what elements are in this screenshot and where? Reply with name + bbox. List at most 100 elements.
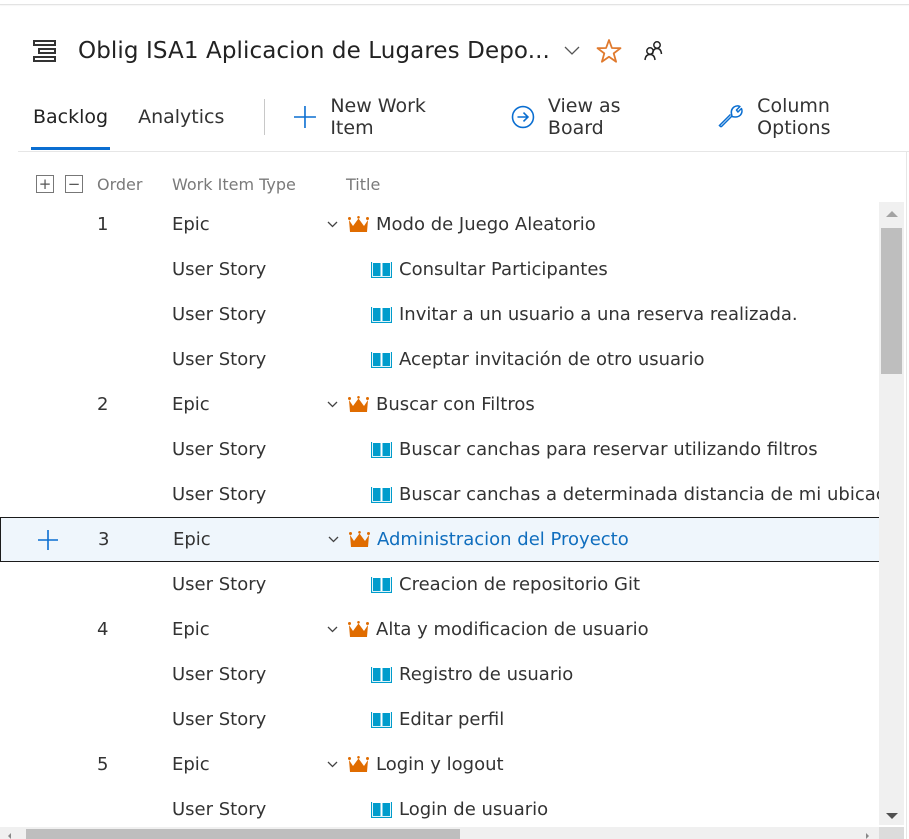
- column-header-work-item-type[interactable]: Work Item Type: [172, 171, 296, 197]
- view-as-board-button[interactable]: View as Board: [511, 95, 682, 139]
- top-divider: [0, 4, 909, 5]
- add-child-plus-icon[interactable]: [37, 529, 59, 551]
- tab-backlog[interactable]: Backlog: [30, 96, 111, 150]
- work-item-type-cell: Epic: [173, 529, 211, 550]
- work-item-title-link[interactable]: Modo de Juego Aleatorio: [376, 214, 596, 235]
- vertical-scroll-thumb[interactable]: [881, 228, 902, 374]
- work-item-type-cell: Epic: [172, 754, 210, 775]
- work-item-title-link[interactable]: Editar perfil: [399, 709, 504, 730]
- table-row[interactable]: 1 Epic Modo de Juego Aleatorio: [0, 202, 879, 247]
- title-cell: Buscar canchas para reservar utilizando …: [325, 439, 818, 460]
- work-item-title-link[interactable]: Buscar canchas a determinada distancia d…: [399, 484, 879, 505]
- table-row[interactable]: User Story Buscar canchas a determinada d…: [0, 472, 879, 517]
- vertical-scrollbar[interactable]: [879, 202, 904, 825]
- toolbar-divider: [264, 99, 266, 135]
- order-cell: 5: [97, 754, 109, 775]
- collapse-all-icon[interactable]: −: [65, 175, 83, 193]
- scrollbar-corner: [879, 827, 904, 839]
- table-row[interactable]: 2 Epic Buscar con Filtros: [0, 382, 879, 427]
- user-story-book-icon: [371, 666, 392, 683]
- work-item-title-link[interactable]: Alta y modificacion de usuario: [376, 619, 649, 640]
- work-item-title-link[interactable]: Buscar canchas para reservar utilizando …: [399, 439, 818, 460]
- title-cell: Creacion de repositorio Git: [325, 574, 640, 595]
- horizontal-scrollbar[interactable]: [0, 827, 879, 839]
- tab-analytics[interactable]: Analytics: [138, 96, 224, 138]
- table-row[interactable]: User Story Invitar a un usuario a una res…: [0, 292, 879, 337]
- work-item-title-link[interactable]: Login y logout: [376, 754, 504, 775]
- epic-crown-icon: [348, 216, 369, 233]
- star-icon[interactable]: [596, 38, 622, 64]
- table-row[interactable]: User Story Creacion de repositorio Git: [0, 562, 879, 607]
- column-header-order[interactable]: Order: [97, 171, 142, 197]
- work-item-title-link[interactable]: Creacion de repositorio Git: [399, 574, 640, 595]
- work-item-title-link[interactable]: Login de usuario: [399, 799, 548, 820]
- table-row[interactable]: 4 Epic Alta y modificacion de usuario: [0, 607, 879, 652]
- column-options-label: Column Options: [757, 95, 831, 139]
- work-item-type-cell: Epic: [172, 619, 210, 640]
- user-story-book-icon: [371, 261, 392, 278]
- work-item-type-cell: User Story: [172, 304, 267, 325]
- title-cell: Aceptar invitación de otro usuario: [325, 349, 704, 370]
- title-cell: Registro de usuario: [325, 664, 573, 685]
- epic-crown-icon: [348, 396, 369, 413]
- title-cell: Invitar a un usuario a una reserva reali…: [325, 304, 798, 325]
- collapse-all-button[interactable]: −: [65, 171, 83, 197]
- horizontal-scroll-thumb[interactable]: [26, 829, 460, 839]
- table-row[interactable]: User Story Registro de usuario: [0, 652, 879, 697]
- work-item-title-link[interactable]: Buscar con Filtros: [376, 394, 535, 415]
- user-story-book-icon: [371, 711, 392, 728]
- table-row[interactable]: 3 Epic Administracion del Proyecto: [0, 517, 879, 562]
- work-item-type-cell: User Story: [172, 799, 267, 820]
- wrench-icon: [718, 105, 743, 128]
- table-row[interactable]: User Story Buscar canchas para reservar u…: [0, 427, 879, 472]
- collapse-chevron-icon[interactable]: [326, 536, 340, 543]
- table-row[interactable]: User Story Consultar Participantes: [0, 247, 879, 292]
- epic-crown-icon: [349, 531, 370, 548]
- table-row[interactable]: User Story Aceptar invitación de otro usu…: [0, 337, 879, 382]
- work-item-type-cell: Epic: [172, 394, 210, 415]
- order-cell: 2: [97, 394, 109, 415]
- column-header-title[interactable]: Title: [346, 171, 380, 197]
- title-cell: Buscar canchas a determinada distancia d…: [325, 484, 879, 505]
- work-item-title-link[interactable]: Administracion del Proyecto: [377, 529, 629, 550]
- title-cell: Consultar Participantes: [325, 259, 608, 280]
- scroll-right-arrow-icon[interactable]: [866, 833, 869, 839]
- scroll-up-arrow-icon[interactable]: [886, 211, 898, 217]
- backlog-rows: 1 Epic Modo de Juego Aleatorio User Story Co…: [0, 202, 879, 825]
- people-icon[interactable]: [642, 39, 666, 63]
- collapse-chevron-icon[interactable]: [325, 221, 339, 228]
- epic-crown-icon: [348, 621, 369, 638]
- work-item-type-cell: Epic: [172, 214, 210, 235]
- user-story-book-icon: [371, 306, 392, 323]
- table-row[interactable]: 5 Epic Login y logout: [0, 742, 879, 787]
- title-cell: Alta y modificacion de usuario: [325, 619, 649, 640]
- user-story-book-icon: [371, 441, 392, 458]
- chevron-down-icon[interactable]: [564, 43, 580, 59]
- work-item-title-link[interactable]: Invitar a un usuario a una reserva reali…: [399, 304, 798, 325]
- expand-all-button[interactable]: +: [36, 171, 54, 197]
- collapse-chevron-icon[interactable]: [325, 626, 339, 633]
- collapse-chevron-icon[interactable]: [325, 401, 339, 408]
- table-row[interactable]: User Story Editar perfil: [0, 697, 879, 742]
- page-title[interactable]: Oblig ISA1 Aplicacion de Lugares Depo...: [78, 38, 550, 64]
- arrow-circle-right-icon: [511, 105, 535, 129]
- work-item-title-link[interactable]: Consultar Participantes: [399, 259, 608, 280]
- backlog-icon: [33, 40, 57, 62]
- collapse-chevron-icon[interactable]: [325, 761, 339, 768]
- title-cell: Buscar con Filtros: [325, 394, 535, 415]
- work-item-type-cell: User Story: [172, 484, 267, 505]
- work-item-title-link[interactable]: Registro de usuario: [399, 664, 573, 685]
- work-item-type-cell: User Story: [172, 439, 267, 460]
- expand-all-icon[interactable]: +: [36, 175, 54, 193]
- scroll-down-arrow-icon[interactable]: [886, 813, 898, 819]
- work-item-type-cell: User Story: [172, 709, 267, 730]
- new-work-item-button[interactable]: New Work Item: [293, 95, 475, 139]
- user-story-book-icon: [371, 486, 392, 503]
- work-item-type-cell: User Story: [172, 259, 267, 280]
- column-options-button[interactable]: Column Options: [718, 95, 909, 139]
- scroll-left-arrow-icon[interactable]: [8, 833, 11, 839]
- toolbar: Backlog Analytics New Work Item View as …: [30, 95, 909, 150]
- work-item-title-link[interactable]: Aceptar invitación de otro usuario: [399, 349, 704, 370]
- epic-crown-icon: [348, 756, 369, 773]
- table-row[interactable]: User Story Login de usuario: [0, 787, 879, 825]
